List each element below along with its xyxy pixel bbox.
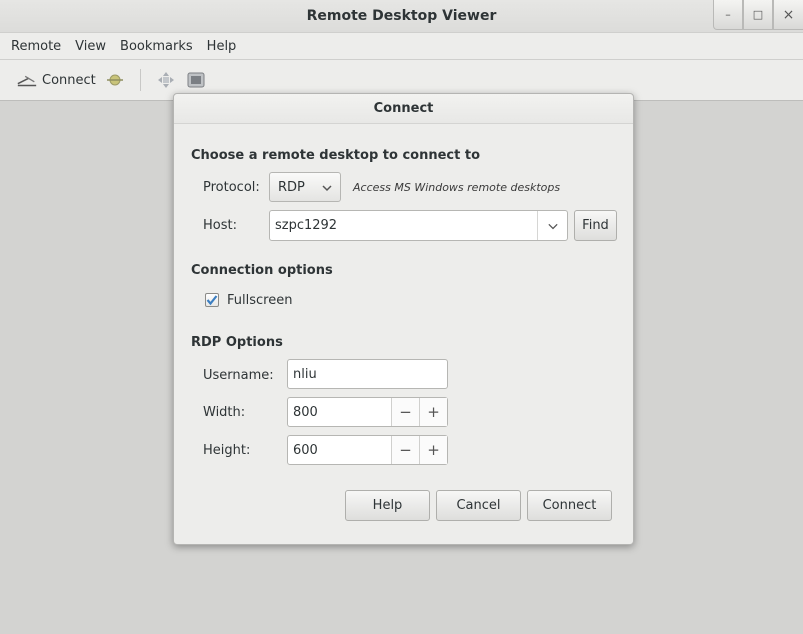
chevron-down-icon: [547, 221, 558, 231]
fullscreen-checkbox[interactable]: [205, 293, 219, 307]
protocol-hint: Access MS Windows remote desktops: [353, 181, 561, 194]
connection-options-heading: Connection options: [191, 263, 333, 278]
connect-icon: [16, 71, 38, 89]
help-button[interactable]: Help: [345, 490, 430, 521]
checkmark-icon: [206, 295, 218, 306]
toolbar-move-button[interactable]: [151, 65, 181, 95]
find-button[interactable]: Find: [574, 210, 617, 241]
connect-dialog: Connect Choose a remote desktop to conne…: [173, 93, 634, 545]
width-increment-button[interactable]: +: [419, 398, 447, 426]
width-value: 800: [293, 404, 318, 420]
height-increment-button[interactable]: +: [419, 436, 447, 464]
maximize-icon: □: [752, 8, 764, 21]
height-spinbutton[interactable]: 600 − +: [287, 435, 448, 465]
toolbar-connect-button[interactable]: Connect: [12, 65, 100, 95]
protocol-selected: RDP: [278, 179, 305, 195]
plus-icon: +: [427, 441, 440, 459]
plus-icon: +: [427, 403, 440, 421]
dialog-title: Connect: [373, 101, 434, 116]
host-value: szpc1292: [275, 218, 338, 233]
toolbar-separator: [139, 69, 141, 91]
host-label: Host:: [203, 218, 237, 233]
close-button[interactable]: ×: [773, 0, 803, 30]
connect-button[interactable]: Connect: [527, 490, 612, 521]
disconnect-icon: [104, 71, 126, 89]
window-controls: – □ ×: [713, 0, 803, 30]
width-decrement-button[interactable]: −: [391, 398, 419, 426]
username-value: nliu: [293, 366, 317, 382]
host-input[interactable]: szpc1292: [269, 210, 568, 241]
protocol-label: Protocol:: [203, 180, 260, 195]
menubar: Remote View Bookmarks Help: [0, 33, 803, 59]
minimize-button[interactable]: –: [713, 0, 743, 30]
toolbar-disconnect-button[interactable]: [100, 65, 130, 95]
minus-icon: −: [399, 441, 412, 459]
protocol-combo[interactable]: RDP: [269, 172, 341, 202]
window-titlebar: Remote Desktop Viewer – □ ×: [0, 0, 803, 33]
menu-bookmarks[interactable]: Bookmarks: [113, 39, 200, 54]
menu-remote[interactable]: Remote: [4, 39, 68, 54]
height-decrement-button[interactable]: −: [391, 436, 419, 464]
menu-view[interactable]: View: [68, 39, 113, 54]
height-value: 600: [293, 442, 318, 458]
width-spinbutton[interactable]: 800 − +: [287, 397, 448, 427]
fullscreen-label[interactable]: Fullscreen: [227, 293, 292, 308]
toolbar-screenshot-button[interactable]: [181, 65, 211, 95]
window-title: Remote Desktop Viewer: [306, 8, 497, 24]
menu-help[interactable]: Help: [200, 39, 244, 54]
rdp-options-heading: RDP Options: [191, 335, 283, 350]
toolbar-connect-label: Connect: [42, 72, 96, 88]
move-icon: [155, 71, 177, 89]
host-dropdown-button[interactable]: [537, 211, 567, 240]
chevron-down-icon: [322, 183, 332, 193]
minimize-icon: –: [725, 8, 731, 21]
choose-section-heading: Choose a remote desktop to connect to: [191, 148, 481, 163]
height-label: Height:: [203, 443, 251, 458]
minus-icon: −: [399, 403, 412, 421]
username-input[interactable]: nliu: [287, 359, 448, 389]
screenshot-icon: [185, 71, 207, 89]
dialog-titlebar: Connect: [174, 94, 633, 124]
cancel-button[interactable]: Cancel: [436, 490, 521, 521]
width-label: Width:: [203, 405, 246, 420]
username-label: Username:: [203, 368, 274, 383]
maximize-button[interactable]: □: [743, 0, 773, 30]
close-icon: ×: [782, 6, 795, 23]
